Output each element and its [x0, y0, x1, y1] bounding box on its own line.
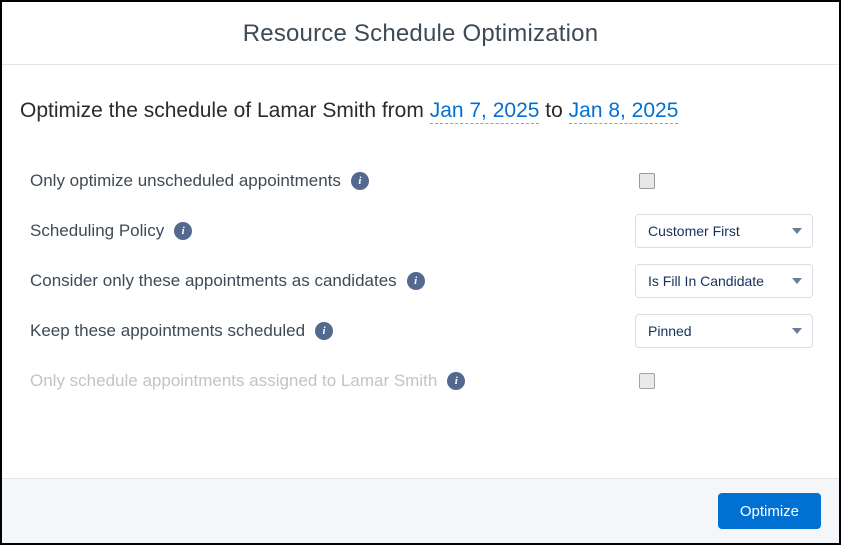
keep-scheduled-label: Keep these appointments scheduled — [30, 321, 305, 341]
only-unscheduled-label: Only optimize unscheduled appointments — [30, 171, 341, 191]
label-group: Only schedule appointments assigned to L… — [30, 371, 465, 391]
label-group: Scheduling Policy i — [30, 221, 192, 241]
row-only-assigned: Only schedule appointments assigned to L… — [20, 357, 821, 405]
dialog-header: Resource Schedule Optimization — [2, 2, 839, 65]
chevron-down-icon — [792, 278, 802, 284]
info-icon[interactable]: i — [407, 272, 425, 290]
control-area: Customer First — [635, 214, 813, 248]
candidates-select[interactable]: Is Fill In Candidate — [635, 264, 813, 298]
scheduling-policy-selected: Customer First — [648, 223, 740, 239]
scheduling-policy-label: Scheduling Policy — [30, 221, 164, 241]
candidates-label: Consider only these appointments as cand… — [30, 271, 397, 291]
info-icon[interactable]: i — [174, 222, 192, 240]
info-icon[interactable]: i — [315, 322, 333, 340]
only-unscheduled-checkbox[interactable] — [639, 173, 655, 189]
info-icon[interactable]: i — [447, 372, 465, 390]
scheduling-policy-select[interactable]: Customer First — [635, 214, 813, 248]
only-assigned-checkbox — [639, 373, 655, 389]
only-assigned-label: Only schedule appointments assigned to L… — [30, 371, 437, 391]
row-keep-scheduled: Keep these appointments scheduled i Pinn… — [20, 307, 821, 355]
keep-scheduled-select[interactable]: Pinned — [635, 314, 813, 348]
control-area — [635, 173, 813, 189]
summary-prefix: Optimize the schedule of — [20, 99, 257, 122]
chevron-down-icon — [792, 228, 802, 234]
candidates-selected: Is Fill In Candidate — [648, 273, 764, 289]
start-date-link[interactable]: Jan 7, 2025 — [430, 99, 540, 124]
row-scheduling-policy: Scheduling Policy i Customer First — [20, 207, 821, 255]
dialog-body: Optimize the schedule of Lamar Smith fro… — [2, 65, 839, 478]
keep-scheduled-selected: Pinned — [648, 323, 692, 339]
control-area: Pinned — [635, 314, 813, 348]
label-group: Keep these appointments scheduled i — [30, 321, 333, 341]
summary-mid1: from — [376, 99, 430, 122]
control-area: Is Fill In Candidate — [635, 264, 813, 298]
dialog-title: Resource Schedule Optimization — [2, 20, 839, 48]
end-date-link[interactable]: Jan 8, 2025 — [569, 99, 679, 124]
summary-sentence: Optimize the schedule of Lamar Smith fro… — [20, 99, 821, 123]
label-group: Consider only these appointments as cand… — [30, 271, 425, 291]
summary-resource-name: Lamar Smith — [257, 99, 376, 122]
optimize-button[interactable]: Optimize — [718, 493, 821, 529]
dialog-footer: Optimize — [2, 478, 839, 543]
info-icon[interactable]: i — [351, 172, 369, 190]
row-candidates: Consider only these appointments as cand… — [20, 257, 821, 305]
chevron-down-icon — [792, 328, 802, 334]
control-area — [635, 373, 813, 389]
row-only-unscheduled: Only optimize unscheduled appointments i — [20, 157, 821, 205]
label-group: Only optimize unscheduled appointments i — [30, 171, 369, 191]
rso-dialog: Resource Schedule Optimization Optimize … — [0, 0, 841, 545]
summary-mid2: to — [539, 99, 568, 122]
